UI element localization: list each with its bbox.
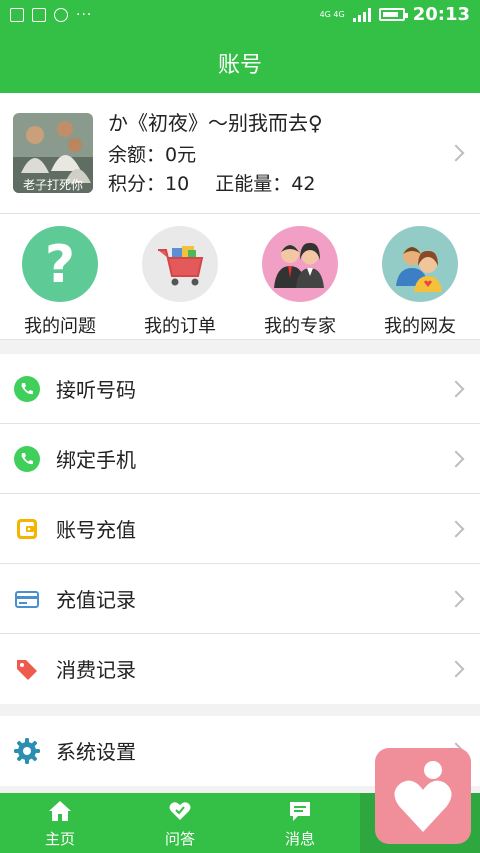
avatar[interactable]: 老子打死你	[13, 113, 93, 193]
menu-item-bind-phone[interactable]: 绑定手机	[0, 424, 480, 494]
phone-icon	[14, 446, 40, 472]
settings-notification-icon	[54, 8, 68, 22]
chevron-right-icon	[447, 520, 465, 538]
menu-label: 接听号码	[56, 378, 136, 402]
user-name: か《初夜》～别我而去♀	[108, 111, 323, 135]
network-type: 4G 4G	[319, 10, 345, 19]
shortcut-label: 我的网友	[384, 316, 456, 337]
image-notification-icon	[10, 8, 24, 22]
floating-heart-button[interactable]	[375, 748, 471, 844]
battery-icon	[378, 8, 408, 21]
menu-item-answer-number[interactable]: 接听号码	[0, 354, 480, 424]
clock: 20:13	[412, 4, 470, 25]
friends-icon	[382, 226, 458, 302]
shortcut-my-friends[interactable]: 我的网友	[360, 226, 480, 338]
stats-row: 积分：10 正能量：42	[108, 169, 315, 196]
nav-label: 问答	[164, 830, 195, 848]
menu-label: 系统设置	[56, 740, 136, 764]
home-icon	[49, 801, 71, 821]
menu-label: 充值记录	[56, 588, 136, 612]
book-notification-icon	[32, 8, 46, 22]
message-icon	[290, 802, 310, 821]
menu-label: 消费记录	[56, 658, 136, 682]
profile-card[interactable]: 老子打死你 か《初夜》～别我而去♀ 余额：0元 积分：10 正能量：42	[0, 93, 480, 214]
chevron-right-icon	[447, 590, 465, 608]
account-menu: 接听号码 绑定手机 账号充值 充值记录 消费记录	[0, 354, 480, 704]
nav-messages[interactable]: 消息	[240, 793, 360, 853]
chevron-right-icon	[447, 450, 465, 468]
shortcut-my-experts[interactable]: 我的专家	[240, 226, 360, 338]
app-header: 账号	[0, 33, 480, 93]
menu-item-spending-history[interactable]: 消费记录	[0, 634, 480, 704]
shortcut-label: 我的订单	[144, 316, 216, 337]
points: 积分：10	[108, 173, 190, 195]
heart-chat-icon	[169, 802, 191, 820]
phone-icon	[14, 376, 40, 402]
balance: 余额：0元	[108, 144, 197, 166]
gear-icon	[14, 738, 40, 764]
energy: 正能量：42	[215, 173, 316, 195]
nav-label: 消息	[284, 830, 315, 848]
nav-home[interactable]: 主页	[0, 793, 120, 853]
chevron-right-icon	[447, 660, 465, 678]
wallet-icon	[17, 519, 37, 539]
nav-qa[interactable]: 问答	[120, 793, 240, 853]
experts-icon	[262, 226, 338, 302]
page-title: 账号	[217, 53, 262, 78]
shortcut-label: 我的问题	[24, 316, 96, 337]
svg-text:?: ?	[45, 235, 75, 295]
shortcut-my-questions[interactable]: ? 我的问题	[0, 226, 120, 338]
shortcut-my-orders[interactable]: 我的订单	[120, 226, 240, 338]
shopping-cart-icon	[142, 226, 218, 302]
question-icon: ?	[22, 226, 98, 302]
menu-item-recharge[interactable]: 账号充值	[0, 494, 480, 564]
shortcut-grid: ? 我的问题 我的订单 我的专家 我的网友	[0, 214, 480, 340]
card-icon	[15, 591, 39, 608]
shortcut-label: 我的专家	[264, 316, 336, 337]
status-bar: ··· 4G 4G 20:13	[0, 0, 480, 33]
heart-person-icon	[394, 761, 452, 832]
more-notifications-icon: ···	[76, 7, 93, 23]
nav-label: 主页	[44, 830, 75, 848]
chevron-right-icon	[447, 144, 465, 162]
menu-label: 账号充值	[56, 518, 136, 542]
chevron-right-icon	[447, 380, 465, 398]
menu-item-recharge-history[interactable]: 充值记录	[0, 564, 480, 634]
tag-icon	[17, 660, 37, 680]
menu-label: 绑定手机	[56, 448, 136, 472]
signal-icon	[352, 7, 371, 22]
avatar-caption: 老子打死你	[23, 178, 83, 192]
notification-icons: ···	[10, 8, 92, 22]
